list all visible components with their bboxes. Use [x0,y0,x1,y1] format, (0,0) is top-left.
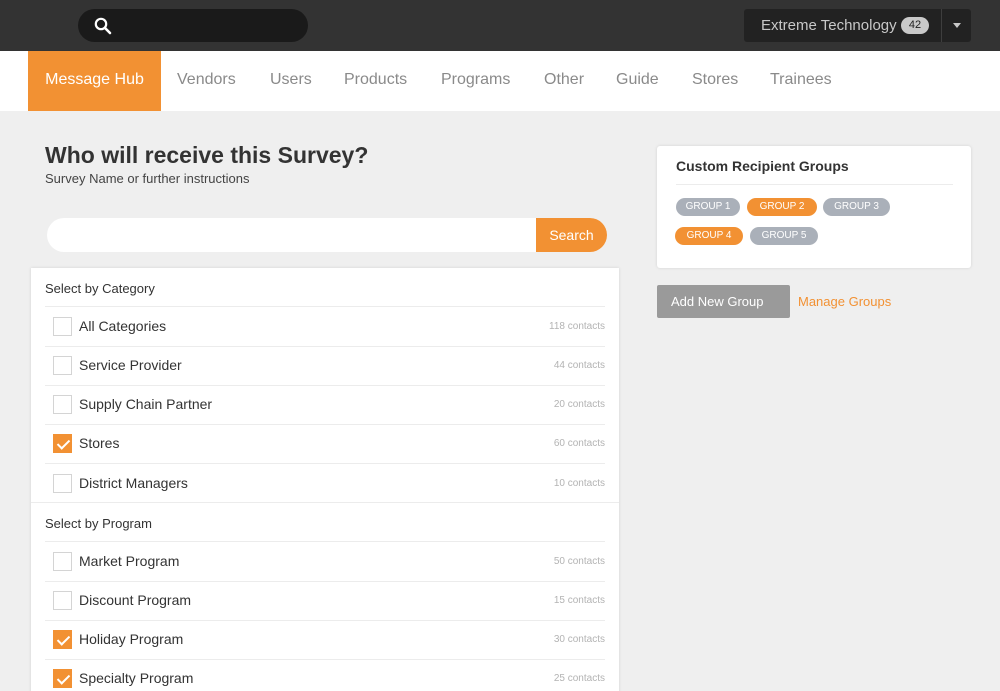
list-item-label: Discount Program [79,592,192,608]
nav-products[interactable]: Products [344,51,407,111]
group-tag-selected[interactable]: GROUP 2 [747,198,817,216]
checkbox[interactable] [53,552,72,571]
recipient-search: Search [47,218,607,252]
group-tag[interactable]: GROUP 1 [676,198,740,216]
list-item[interactable]: Specialty Program 25 contacts [45,659,605,691]
list-item[interactable]: Stores 60 contacts [45,424,605,463]
group-tag[interactable]: GROUP 5 [750,227,818,245]
account-divider [941,9,942,42]
contact-count: 10 contacts [553,478,605,489]
nav-programs[interactable]: Programs [441,51,510,111]
chevron-down-icon[interactable] [953,23,961,28]
checkbox[interactable] [53,474,72,493]
list-item-label: Specialty Program [79,670,194,686]
nav-users[interactable]: Users [270,51,312,111]
checkbox-checked[interactable] [53,630,72,649]
checkbox[interactable] [53,591,72,610]
program-section-heading: Select by Program [45,516,152,531]
list-item-label: Market Program [79,553,180,569]
divider [676,184,953,185]
nav-message-hub[interactable]: Message Hub [28,51,161,111]
contact-count: 25 contacts [553,673,605,684]
groups-title: Custom Recipient Groups [676,158,849,174]
list-item[interactable]: District Managers 10 contacts [45,464,605,503]
checkbox[interactable] [53,356,72,375]
list-item[interactable]: Supply Chain Partner 20 contacts [45,385,605,424]
nav-other[interactable]: Other [544,51,584,111]
contact-count: 50 contacts [553,556,605,567]
contact-count: 118 contacts [549,321,605,332]
checkbox[interactable] [53,395,72,414]
list-item[interactable]: Holiday Program 30 contacts [45,620,605,659]
list-item-label: Stores [79,435,120,451]
recipient-list-panel: Select by Category All Categories 118 co… [31,268,619,691]
add-new-group-button[interactable]: Add New Group [657,285,790,318]
contact-count: 20 contacts [553,399,605,410]
list-item[interactable]: Market Program 50 contacts [45,542,605,581]
global-search[interactable] [78,9,308,42]
group-tag[interactable]: GROUP 3 [823,198,890,216]
recipient-search-input[interactable] [61,218,531,252]
account-switcher[interactable]: Extreme Technology 42 [744,9,971,42]
divider [31,502,619,503]
checkbox-checked[interactable] [53,434,72,453]
contact-count: 60 contacts [553,438,605,449]
list-item-label: District Managers [79,475,188,491]
checkbox[interactable] [53,317,72,336]
list-item[interactable]: All Categories 118 contacts [45,307,605,346]
checkbox-checked[interactable] [53,669,72,688]
nav-guide[interactable]: Guide [616,51,659,111]
main-nav: Message Hub Vendors Users Products Progr… [0,51,1000,111]
list-item-label: Holiday Program [79,631,184,647]
recipient-groups-card: Custom Recipient Groups GROUP 1 GROUP 2 … [657,146,971,268]
page-title: Who will receive this Survey? [45,142,369,168]
category-section-heading: Select by Category [45,281,155,296]
list-item-label: Service Provider [79,357,182,373]
notification-count-badge: 42 [901,17,929,34]
nav-trainees[interactable]: Trainees [770,51,832,111]
nav-vendors[interactable]: Vendors [177,51,236,111]
page-subtitle: Survey Name or further instructions [45,171,250,186]
contact-count: 30 contacts [553,634,605,645]
manage-groups-link[interactable]: Manage Groups [798,294,891,309]
top-bar: Extreme Technology 42 [0,0,1000,51]
list-item[interactable]: Discount Program 15 contacts [45,581,605,620]
list-item-label: All Categories [79,318,167,334]
list-item-label: Supply Chain Partner [79,396,213,412]
group-tag-selected[interactable]: GROUP 4 [675,227,743,245]
account-name[interactable]: Extreme Technology [761,17,897,34]
list-item[interactable]: Service Provider 44 contacts [45,346,605,385]
contact-count: 15 contacts [553,595,605,606]
search-button[interactable]: Search [536,218,607,252]
nav-stores[interactable]: Stores [692,51,738,111]
contact-count: 44 contacts [553,360,605,371]
search-icon[interactable] [94,17,112,35]
